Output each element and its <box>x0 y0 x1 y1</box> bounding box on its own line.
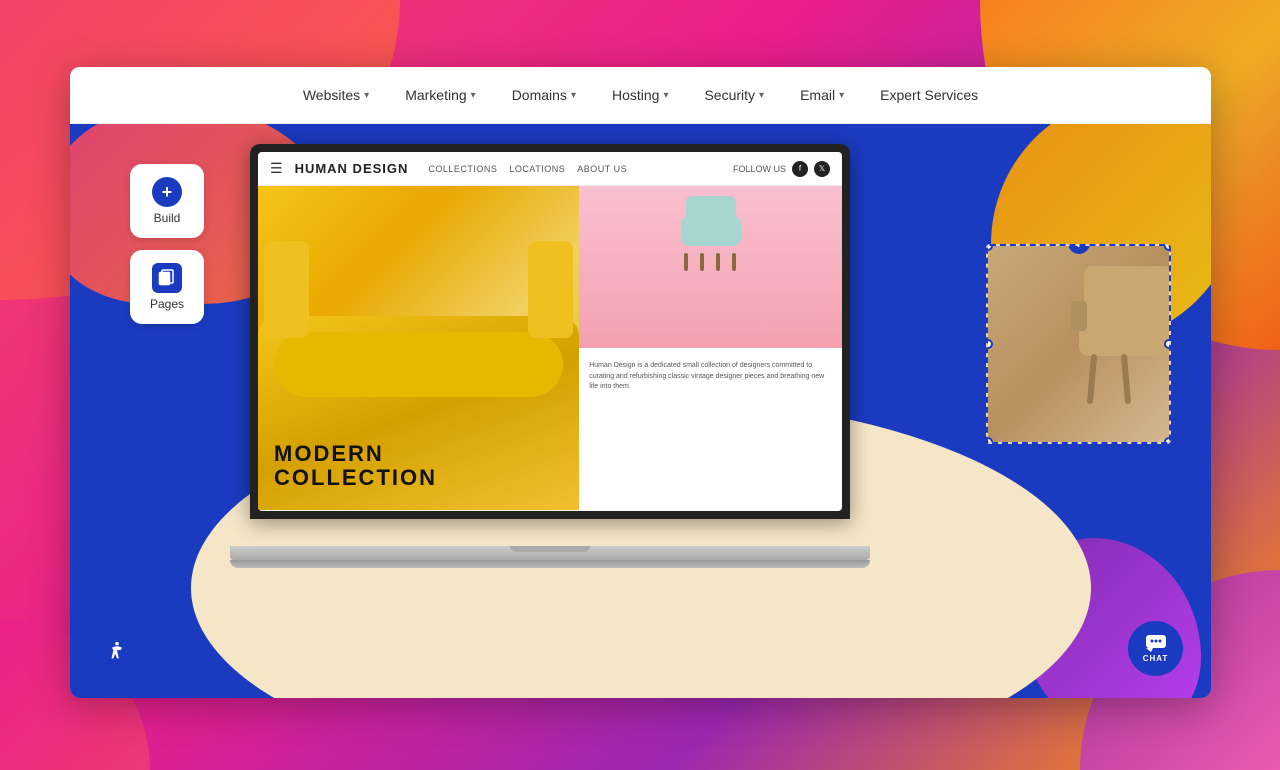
nav-label-websites: Websites <box>303 87 360 103</box>
nav-item-websites[interactable]: Websites ▾ <box>285 67 387 123</box>
nav-label-expert-services: Expert Services <box>880 87 978 103</box>
plus-icon: + <box>152 177 182 207</box>
mini-nav-links: COLLECTIONS LOCATIONS ABOUT US <box>428 164 627 174</box>
chevron-down-icon: ▾ <box>663 90 668 101</box>
drag-handle-bottomright[interactable] <box>1164 437 1171 444</box>
pages-icon <box>152 263 182 293</box>
nav-item-email[interactable]: Email ▾ <box>782 67 862 123</box>
nav-label-domains: Domains <box>512 87 567 103</box>
nav-item-marketing[interactable]: Marketing ▾ <box>387 67 494 123</box>
laptop-notch <box>510 546 590 552</box>
mini-nav-locations: LOCATIONS <box>509 164 565 174</box>
laptop-screen-inner: ☰ HUMAN DESIGN COLLECTIONS LOCATIONS ABO… <box>258 152 842 511</box>
chevron-down-icon: ▾ <box>759 90 764 101</box>
fchair-seat <box>1079 306 1170 356</box>
hero-text-overlay: MODERN COLLECTION <box>274 442 437 490</box>
chevron-down-icon: ▾ <box>471 90 476 101</box>
fchair-legs <box>1089 354 1129 404</box>
chair-leg-4 <box>732 253 736 271</box>
chevron-down-icon: ▾ <box>364 90 369 101</box>
chair-leg-2 <box>700 253 704 271</box>
nav-label-security: Security <box>704 87 755 103</box>
laptop-screen: ☰ HUMAN DESIGN COLLECTIONS LOCATIONS ABO… <box>250 144 850 519</box>
laptop-base <box>230 546 870 574</box>
fchair-leg-1 <box>1086 354 1096 404</box>
build-button[interactable]: + Build <box>130 164 204 238</box>
fchair-arm-right <box>1072 301 1087 331</box>
chat-label: CHAT <box>1143 654 1169 663</box>
mini-description-text: Human Design is a dedicated small collec… <box>589 362 824 390</box>
hero-title-line2: COLLECTION <box>274 466 437 490</box>
chair-top-image <box>676 196 746 256</box>
hero-title-line1: MODERN <box>274 442 437 466</box>
hamburger-icon: ☰ <box>270 160 283 177</box>
mini-site-navbar: ☰ HUMAN DESIGN COLLECTIONS LOCATIONS ABO… <box>258 152 842 186</box>
laptop-hinge <box>230 560 870 568</box>
nav-label-marketing: Marketing <box>405 87 466 103</box>
chevron-down-icon: ▾ <box>571 90 576 101</box>
mini-hero-left: MODERN COLLECTION <box>258 186 579 510</box>
chair-legs <box>684 253 736 271</box>
mini-nav-collections: COLLECTIONS <box>428 164 497 174</box>
nav-item-expert-services[interactable]: Expert Services <box>862 67 996 123</box>
chair-leg-1 <box>684 253 688 271</box>
pages-label: Pages <box>150 297 184 311</box>
main-card: Websites ▾ Marketing ▾ Domains ▾ Hosting… <box>70 67 1211 698</box>
sidebar-buttons: + Build Pages <box>130 164 204 324</box>
drag-handle-midright[interactable] <box>1164 339 1171 349</box>
drag-handle-topright[interactable] <box>1164 244 1171 251</box>
nav-label-email: Email <box>800 87 835 103</box>
facebook-icon: f <box>792 161 808 177</box>
mini-follow: FOLLOW US f 𝕏 <box>733 161 830 177</box>
nav-item-security[interactable]: Security ▾ <box>686 67 782 123</box>
mini-nav-about: ABOUT US <box>577 164 627 174</box>
mini-description: Human Design is a dedicated small collec… <box>579 348 842 510</box>
nav-item-hosting[interactable]: Hosting ▾ <box>594 67 687 123</box>
mini-hero: MODERN COLLECTION <box>258 186 842 510</box>
chair-pink-image <box>579 186 842 348</box>
pages-button[interactable]: Pages <box>130 250 204 324</box>
build-label: Build <box>154 211 181 225</box>
floating-chair-widget[interactable]: + <box>986 244 1171 444</box>
nav-item-domains[interactable]: Domains ▾ <box>494 67 594 123</box>
chat-button[interactable]: CHAT <box>1128 621 1183 676</box>
drag-handle-bottomleft[interactable] <box>986 437 993 444</box>
nav-label-hosting: Hosting <box>612 87 659 103</box>
chat-icon <box>1145 634 1167 652</box>
mini-hero-right: Human Design is a dedicated small collec… <box>579 186 842 510</box>
laptop-mockup: ☰ HUMAN DESIGN COLLECTIONS LOCATIONS ABO… <box>230 144 870 574</box>
floating-chair-image <box>988 246 1169 442</box>
twitter-icon: 𝕏 <box>814 161 830 177</box>
follow-label: FOLLOW US <box>733 164 786 174</box>
mini-brand: HUMAN DESIGN <box>295 161 409 176</box>
chair-seat <box>681 216 741 246</box>
hero-area: + Build Pages ☰ HU <box>70 124 1211 698</box>
accessibility-icon <box>106 640 128 662</box>
navbar: Websites ▾ Marketing ▾ Domains ▾ Hosting… <box>70 67 1211 124</box>
accessibility-button[interactable] <box>98 632 136 670</box>
chevron-down-icon: ▾ <box>839 90 844 101</box>
chair-leg-3 <box>716 253 720 271</box>
